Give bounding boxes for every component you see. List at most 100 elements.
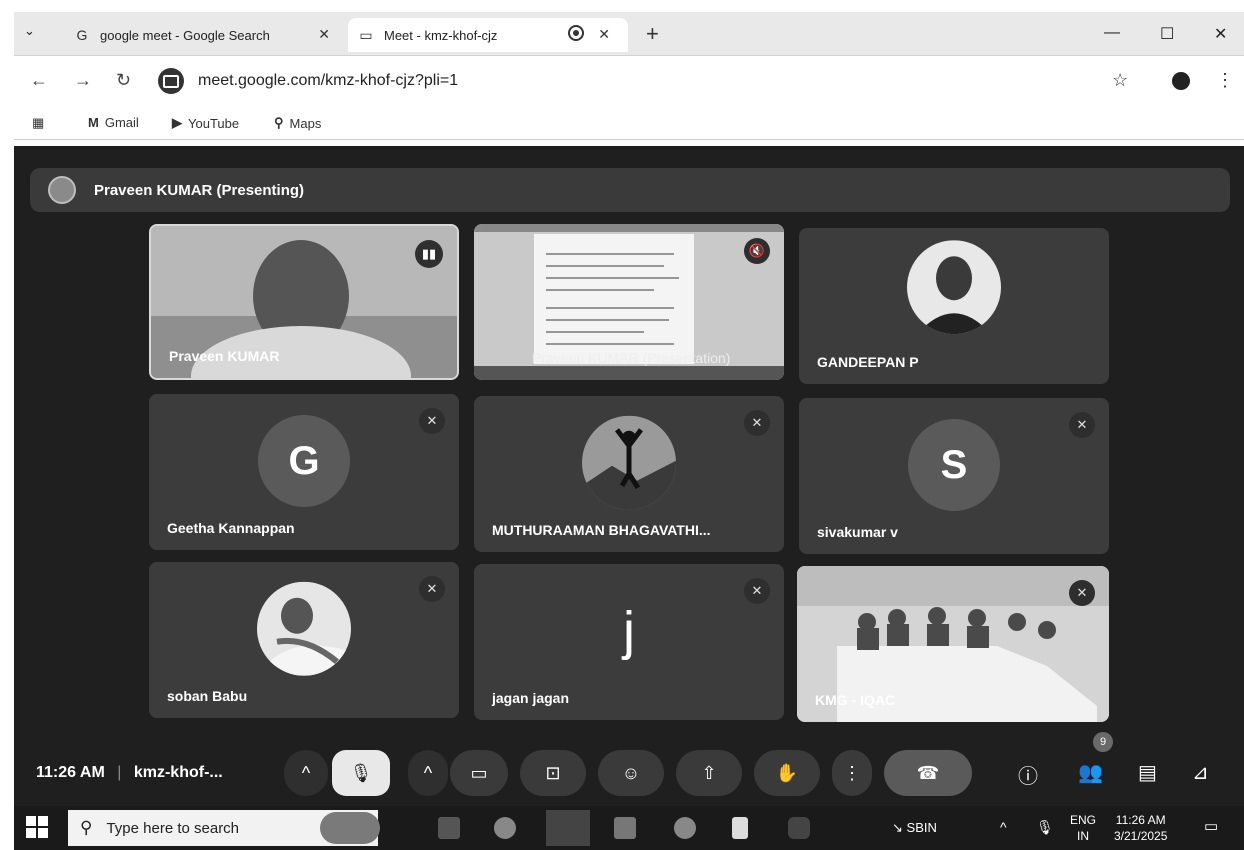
- present-screen-button[interactable]: ⇧: [676, 750, 742, 796]
- windows-start-icon[interactable]: [26, 816, 48, 838]
- close-tab-icon[interactable]: ✕: [598, 26, 610, 43]
- gmail-icon: M: [88, 115, 99, 130]
- participant-name: KMG - IQAC: [815, 692, 896, 708]
- notifications-icon[interactable]: ▭: [1204, 819, 1218, 835]
- participant-name: soban Babu: [167, 688, 248, 704]
- raise-hand-button[interactable]: ✋: [754, 750, 820, 796]
- stock-widget[interactable]: ↘ SBIN: [892, 820, 937, 836]
- youtube-icon: ▶: [172, 115, 182, 130]
- mic-off-icon: ✕: [744, 410, 770, 436]
- tab-google-search[interactable]: G google meet - Google Search ✕: [66, 18, 348, 52]
- participant-name: jagan jagan: [492, 690, 570, 706]
- participant-tile[interactable]: ✕ G Geetha Kannappan: [149, 394, 459, 550]
- recording-icon: [568, 25, 584, 41]
- search-placeholder: Type here to search: [106, 819, 240, 837]
- new-tab-button[interactable]: +: [646, 21, 659, 47]
- mic-off-icon: ✕: [1069, 412, 1095, 438]
- chrome-taskbar-icon[interactable]: [546, 810, 590, 846]
- activities-icon[interactable]: ⊿: [1192, 760, 1209, 785]
- participant-tile-presentation[interactable]: 🔇 Praveen KUMAR (Presentation): [474, 224, 784, 380]
- url-text: meet.google.com/kmz-khof-cjz?pli=1: [198, 72, 459, 89]
- address-bar[interactable]: meet.google.com/kmz-khof-cjz?pli=1: [158, 64, 458, 98]
- language-indicator[interactable]: ENG IN: [1070, 812, 1096, 844]
- search-highlight-image: [320, 812, 380, 844]
- leave-call-button[interactable]: ☎: [884, 750, 972, 796]
- participant-name: Praveen KUMAR: [169, 348, 280, 364]
- os-taskbar: ⚲ Type here to search ↘ SBIN ^ 🎙 ENG IN …: [14, 806, 1244, 850]
- bookmark-star-icon[interactable]: ☆: [1112, 70, 1128, 91]
- edge-icon[interactable]: [674, 817, 696, 839]
- participant-tile[interactable]: ✕ j jagan jagan: [474, 564, 784, 720]
- participant-initial: G: [258, 414, 350, 507]
- audio-options-button[interactable]: ^: [284, 750, 328, 796]
- participant-tile[interactable]: ✕ KMG - IQAC: [797, 566, 1109, 722]
- more-options-button[interactable]: ⋮: [832, 750, 872, 796]
- google-icon: G: [76, 27, 88, 43]
- close-window-button[interactable]: ✕: [1214, 24, 1227, 44]
- bookmark-maps[interactable]: ⚲ Maps: [274, 115, 321, 131]
- back-button[interactable]: ←: [30, 70, 48, 91]
- meet-icon: ▭: [359, 26, 373, 43]
- profile-icon[interactable]: [1172, 72, 1190, 90]
- maps-icon: ⚲: [274, 115, 284, 130]
- mic-off-icon: ✕: [744, 578, 770, 604]
- reload-button[interactable]: ↻: [116, 70, 131, 91]
- participant-initial: j: [623, 600, 635, 661]
- meeting-controls: 11:26 AM | kmz-khof-... ^ 🎙 ^ ▭ ⊡ ☺ ⇧ ✋ …: [14, 732, 1244, 806]
- participant-photo: [582, 415, 676, 510]
- mic-toggle-button[interactable]: 🎙: [332, 750, 390, 796]
- close-tab-icon[interactable]: ✕: [318, 26, 330, 43]
- file-explorer-icon[interactable]: [614, 817, 636, 839]
- participant-name: GANDEEPAN P: [817, 354, 919, 370]
- avatar: [48, 176, 76, 204]
- participant-tile[interactable]: GANDEEPAN P: [799, 228, 1109, 384]
- apps-grid-icon[interactable]: ▦: [32, 115, 44, 131]
- tab-title: Meet - kmz-khof-cjz: [384, 27, 498, 43]
- task-view-icon[interactable]: [438, 817, 460, 839]
- mic-off-icon: ✕: [419, 408, 445, 434]
- chat-icon[interactable]: ▤: [1138, 760, 1157, 785]
- maximize-button[interactable]: ☐: [1160, 24, 1174, 44]
- search-icon: ⚲: [80, 818, 93, 837]
- minimize-button[interactable]: —: [1104, 24, 1120, 42]
- taskbar-clock[interactable]: 11:26 AM 3/21/2025: [1114, 812, 1167, 844]
- forward-button[interactable]: →: [74, 70, 92, 91]
- participant-name: sivakumar v: [817, 524, 898, 540]
- meeting-info-icon[interactable]: ⓘ: [1018, 760, 1038, 789]
- microphone-tray-icon[interactable]: 🎙: [1036, 819, 1054, 835]
- bookmark-youtube[interactable]: ▶ YouTube: [172, 115, 239, 131]
- speaking-indicator-icon: ▮▮: [415, 240, 443, 268]
- participant-count-badge: 9: [1093, 732, 1113, 752]
- meeting-code: kmz-khof-...: [133, 764, 223, 781]
- address-bar-row: ← → ↻ meet.google.com/kmz-khof-cjz?pli=1…: [14, 56, 1244, 106]
- bookmark-gmail[interactable]: M Gmail: [88, 115, 139, 130]
- stock-trend-icon: ↘: [892, 820, 903, 835]
- site-info-icon[interactable]: [158, 68, 184, 94]
- participant-tile[interactable]: ✕ MUTHURAAMAN BHAGAVATHI...: [474, 396, 784, 552]
- reactions-button[interactable]: ☺: [598, 750, 664, 796]
- browser-menu-icon[interactable]: ⋮: [1216, 70, 1234, 91]
- participant-tile[interactable]: ✕ soban Babu: [149, 562, 459, 718]
- tab-bar: ⌄ G google meet - Google Search ✕ ▭ Meet…: [14, 12, 1244, 56]
- participant-tile[interactable]: ▮▮ Praveen KUMAR: [149, 224, 459, 380]
- participant-tile[interactable]: ✕ S sivakumar v: [799, 398, 1109, 554]
- video-options-button[interactable]: ^: [408, 750, 448, 796]
- participant-name: MUTHURAAMAN BHAGAVATHI...: [492, 522, 711, 538]
- tray-chevron-icon[interactable]: ^: [1000, 819, 1007, 835]
- participant-name: Praveen KUMAR (Presentation): [532, 350, 731, 366]
- tab-meet[interactable]: ▭ Meet - kmz-khof-cjz ✕: [348, 18, 628, 52]
- mic-off-icon: 🔇: [744, 238, 770, 264]
- tab-search-chevron-icon[interactable]: ⌄: [24, 23, 35, 39]
- participant-initial: S: [908, 418, 1000, 511]
- captions-button[interactable]: ⊡: [520, 750, 586, 796]
- people-icon[interactable]: 👥: [1078, 760, 1103, 785]
- browser-window: ⌄ G google meet - Google Search ✕ ▭ Meet…: [14, 12, 1244, 850]
- camera-toggle-button[interactable]: ▭: [450, 750, 508, 796]
- copilot-icon[interactable]: [494, 817, 516, 839]
- bookmarks-bar: ▦ M Gmail ▶ YouTube ⚲ Maps: [14, 106, 1244, 140]
- mic-off-icon: ✕: [1069, 580, 1095, 606]
- tab-title: google meet - Google Search: [100, 27, 270, 43]
- notepad-icon[interactable]: [732, 817, 748, 839]
- app-icon[interactable]: [788, 817, 810, 839]
- meet-stage: Praveen KUMAR (Presenting) ▮▮ Praveen KU…: [14, 146, 1244, 806]
